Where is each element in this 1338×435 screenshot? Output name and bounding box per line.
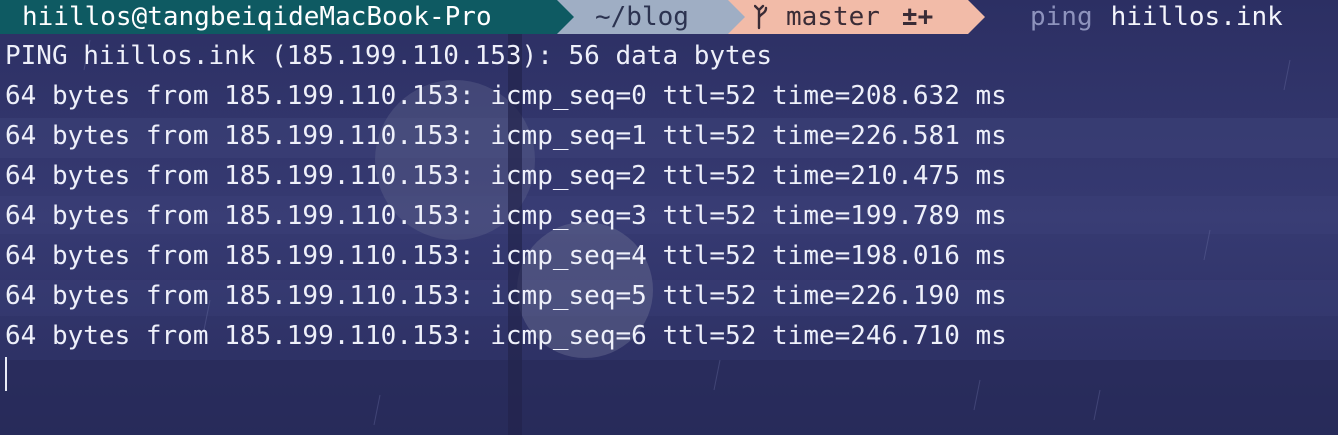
ping-reply-line: 64 bytes from 185.199.110.153: icmp_seq=…: [5, 281, 1007, 311]
text-cursor[interactable]: [5, 357, 7, 391]
git-branch-name: master: [786, 2, 880, 32]
ping-reply-line: 64 bytes from 185.199.110.153: icmp_seq=…: [5, 201, 1007, 231]
ping-reply-line: 64 bytes from 185.199.110.153: icmp_seq=…: [5, 321, 1007, 351]
segment-separator-arrow: [728, 0, 745, 34]
ping-reply-line: 64 bytes from 185.199.110.153: icmp_seq=…: [5, 121, 1007, 151]
user-host-text: hiillos@tangbeiqideMacBook-Pro: [22, 2, 492, 32]
ping-reply-line: 64 bytes from 185.199.110.153: icmp_seq=…: [5, 81, 1007, 111]
prompt-bar: hiillos@tangbeiqideMacBook-Pro ~/blog ma…: [0, 0, 1338, 34]
ping-header-line: PING hiillos.ink (185.199.110.153): 56 d…: [5, 41, 773, 71]
segment-separator-arrow: [968, 0, 985, 34]
prompt-directory-segment: ~/blog: [557, 0, 745, 34]
command-name: ping: [1030, 2, 1093, 32]
ping-reply-line: 64 bytes from 185.199.110.153: icmp_seq=…: [5, 161, 1007, 191]
segment-separator-arrow: [557, 0, 574, 34]
terminal-window[interactable]: hiillos@tangbeiqideMacBook-Pro ~/blog ma…: [0, 0, 1338, 435]
directory-text: ~/blog: [595, 2, 689, 32]
prompt-user-host-segment: hiillos@tangbeiqideMacBook-Pro: [0, 0, 574, 34]
git-branch-icon: [754, 4, 768, 30]
prompt-git-segment: master ±+: [728, 0, 985, 34]
git-status-indicator: ±+: [901, 2, 934, 32]
ping-reply-line: 64 bytes from 185.199.110.153: icmp_seq=…: [5, 241, 1007, 271]
command-text: ping hiillos.ink: [1030, 0, 1283, 34]
command-argument: hiillos.ink: [1110, 2, 1283, 32]
